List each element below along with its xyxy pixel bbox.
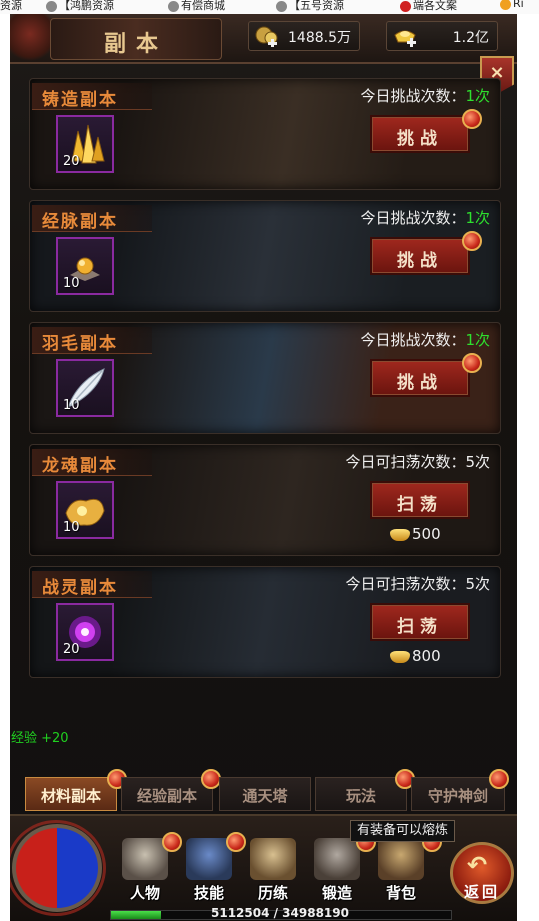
bookmark-red-icon	[400, 0, 411, 12]
challenge-button[interactable]: 挑战	[370, 237, 470, 275]
globe-icon	[276, 0, 287, 12]
sweep-cost: 500	[390, 525, 441, 543]
item-count: 10	[63, 520, 80, 535]
bottom-menu: 人物 技能 历练 锻造 背包 有装备可以熔炼 ↶ 返回 5112504 / 34…	[10, 814, 517, 921]
globe-icon	[46, 0, 57, 12]
bookmark-3[interactable]: 有偿商城	[168, 0, 225, 13]
notification-dot-icon	[462, 231, 482, 251]
golden-helmet-icon	[250, 838, 296, 880]
bookmark-2[interactable]: 【鸿鹏资源	[46, 0, 114, 13]
gold-ingot-icon	[390, 650, 410, 663]
smelt-tooltip: 有装备可以熔炼	[350, 820, 456, 842]
reward-item-slot[interactable]: 10	[56, 359, 114, 417]
anvil-icon	[314, 838, 360, 880]
dungeon-panel-meridian: 经脉副本 10 今日挑战次数：1次 挑战	[29, 200, 501, 312]
forge-button[interactable]: 锻造	[308, 838, 366, 908]
tab-experience[interactable]: 经验副本	[121, 777, 213, 811]
notification-dot-icon	[462, 109, 482, 129]
gold-ingot-icon	[390, 528, 410, 541]
dungeon-name: 铸造副本	[32, 83, 152, 110]
sweep-cost: 800	[390, 647, 441, 665]
gold-value: 1.2亿	[452, 30, 489, 46]
coin-money-icon	[255, 26, 278, 47]
dungeon-tabs: 材料副本 经验副本 通天塔 玩法 守护神剑	[25, 769, 515, 813]
reward-item-slot[interactable]: 10	[56, 481, 114, 539]
header-bar: 副本 1488.5万 1.2亿	[10, 14, 517, 64]
notification-dot-icon	[489, 769, 509, 789]
sweep-limit: 今日可扫荡次数：5次	[345, 575, 490, 593]
backpack-icon	[378, 838, 424, 880]
notification-dot-icon	[162, 832, 182, 852]
dungeon-panel-feather: 羽毛副本 10 今日挑战次数：1次 挑战	[29, 322, 501, 434]
dungeon-name: 经脉副本	[32, 205, 152, 232]
dungeon-panel-dragon-soul: 龙魂副本 10 今日可扫荡次数：5次 扫荡 500	[29, 444, 501, 556]
bookmark-5[interactable]: 端各文案	[400, 0, 457, 13]
sweep-button[interactable]: 扫荡	[370, 481, 470, 519]
training-button[interactable]: 历练	[244, 838, 302, 908]
game-window: 副本 1488.5万 1.2亿 × 铸造副本 20 今日挑战次数：1次 挑战 经…	[10, 14, 517, 921]
skill-book-icon	[186, 838, 232, 880]
challenge-limit: 今日挑战次数：1次	[360, 209, 490, 227]
gold-ingot-icon	[394, 30, 416, 47]
dungeon-name: 羽毛副本	[32, 327, 152, 354]
gold-resource: 1.2亿	[386, 21, 498, 51]
page-title: 副本	[103, 32, 168, 57]
exp-gain-text: 经验 +20	[11, 731, 69, 746]
back-button[interactable]: ↶ 返回	[450, 842, 514, 904]
notification-dot-icon	[462, 353, 482, 373]
dungeon-panel-casting: 铸造副本 20 今日挑战次数：1次 挑战	[29, 78, 501, 190]
bookmark-4[interactable]: 【五号资源	[276, 0, 344, 13]
item-count: 10	[63, 276, 80, 291]
sweep-limit: 今日可扫荡次数：5次	[345, 453, 490, 471]
notification-dot-icon	[201, 769, 221, 789]
browser-bookmarks-bar: 资源 【鸿鹏资源 有偿商城 【五号资源 端各文案 Ri	[0, 0, 539, 14]
item-count: 10	[63, 398, 80, 413]
taiji-orb-icon[interactable]	[12, 824, 102, 912]
tab-tower[interactable]: 通天塔	[219, 777, 311, 811]
bookmark-6[interactable]: Ri	[500, 0, 524, 10]
dungeon-name: 龙魂副本	[32, 449, 152, 476]
bag-button[interactable]: 背包	[372, 838, 430, 908]
coin-resource: 1488.5万	[248, 21, 360, 51]
challenge-limit: 今日挑战次数：1次	[360, 331, 490, 349]
sweep-button[interactable]: 扫荡	[370, 603, 470, 641]
reward-item-slot[interactable]: 20	[56, 603, 114, 661]
bookmark-1[interactable]: 资源	[0, 0, 22, 13]
tab-material[interactable]: 材料副本	[25, 777, 117, 811]
reward-item-slot[interactable]: 20	[56, 115, 114, 173]
dungeon-panel-war-spirit: 战灵副本 20 今日可扫荡次数：5次 扫荡 800	[29, 566, 501, 678]
return-arrow-icon: ↶	[467, 851, 488, 879]
bookmark-orange-icon	[500, 0, 511, 10]
helmet-icon	[122, 838, 168, 880]
globe-icon	[168, 0, 179, 12]
exp-value: 5112504 / 34988190	[211, 906, 349, 920]
dungeon-name: 战灵副本	[32, 571, 152, 598]
reward-item-slot[interactable]: 10	[56, 237, 114, 295]
item-count: 20	[63, 642, 80, 657]
title-plate: 副本	[50, 18, 222, 60]
challenge-limit: 今日挑战次数：1次	[360, 87, 490, 105]
challenge-button[interactable]: 挑战	[370, 359, 470, 397]
coin-value: 1488.5万	[288, 30, 351, 46]
notification-dot-icon	[226, 832, 246, 852]
tab-gameplay[interactable]: 玩法	[315, 777, 407, 811]
challenge-button[interactable]: 挑战	[370, 115, 470, 153]
item-count: 20	[63, 154, 80, 169]
